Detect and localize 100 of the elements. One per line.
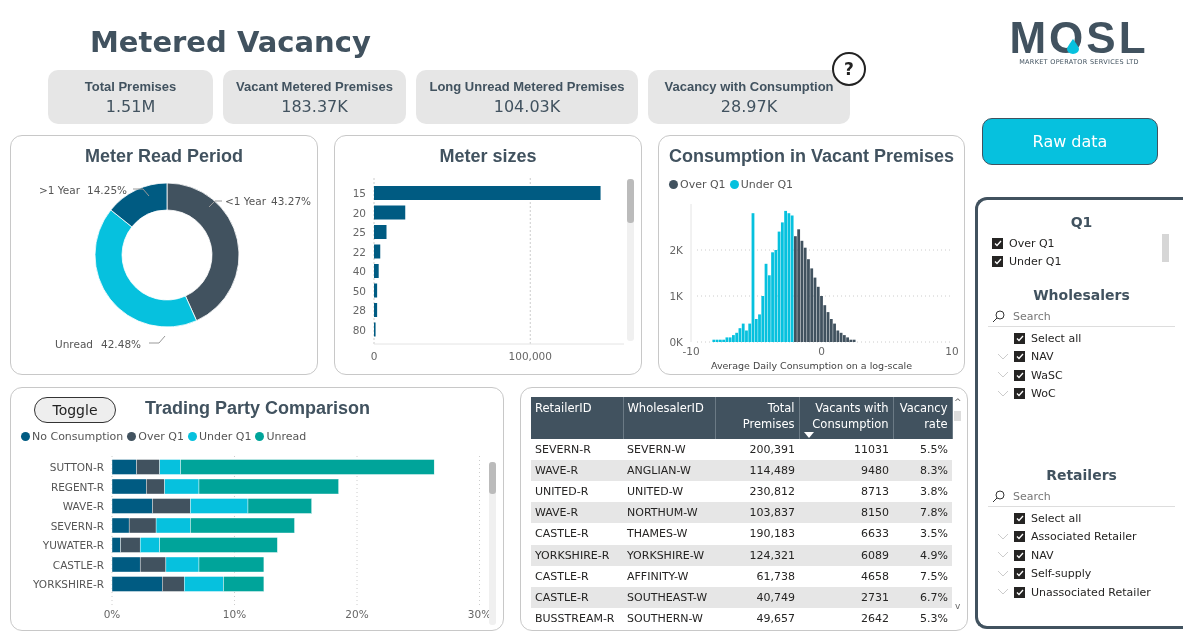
kpi-label: Vacant Metered Premises	[236, 78, 393, 94]
table-cell: 230,812	[715, 481, 799, 503]
category-label: CASTLE-R	[52, 558, 104, 571]
table-cell: SEVERN-R	[531, 439, 623, 461]
table-cell: SOUTHEAST-W	[623, 586, 715, 608]
chart-title: Meter Read Period	[83, 145, 244, 168]
filter-option[interactable]: Select all	[1031, 331, 1082, 345]
table-cell: THAMES-W	[623, 523, 715, 545]
axis-tick-label: 0	[818, 345, 825, 357]
category-label: REGENT-R	[50, 480, 104, 493]
legend-item: Under Q1	[187, 429, 252, 443]
table-cell: ANGLIAN-W	[623, 460, 715, 482]
scroll-down-arrow[interactable]: v	[955, 601, 961, 611]
column-header[interactable]: RetailerID	[531, 397, 623, 439]
table-cell: 114,489	[715, 460, 799, 482]
table-cell: 9480	[799, 460, 893, 482]
chart-title: Meter sizes	[438, 145, 538, 168]
filter-option[interactable]: NAV	[1031, 548, 1054, 562]
legend-item: Under Q1	[729, 177, 794, 191]
category-label: YUWATER-R	[42, 539, 104, 551]
filter-option[interactable]: NAV	[1031, 350, 1054, 364]
filter-title: Q1	[1069, 213, 1094, 232]
slice-value: 14.25%	[87, 184, 128, 196]
table-cell: YORKSHIRE-W	[623, 544, 715, 566]
axis-tick-label: 100,000	[508, 350, 552, 362]
filter-option[interactable]: Select all	[1031, 511, 1082, 525]
table-cell: 4658	[799, 565, 893, 587]
category-label: 22	[352, 245, 366, 258]
slice-label: >1 Year	[39, 184, 81, 196]
kpi-value: 183.37K	[281, 96, 348, 116]
chart-title: Consumption in Vacant Premises	[667, 145, 956, 168]
axis-tick-label: 20%	[345, 608, 369, 620]
legend-item: Unread	[255, 429, 307, 443]
category-label: YORKSHIRE-R	[33, 578, 104, 590]
filter-option[interactable]: Self-supply	[1031, 567, 1092, 581]
column-header[interactable]: Vacancy rate	[893, 397, 952, 439]
slice-value: 43.27%	[271, 195, 312, 207]
category-label: 25	[352, 226, 366, 238]
kpi-value: 28.97K	[720, 96, 778, 116]
table-cell: CASTLE-R	[531, 523, 623, 545]
legend-item: Over Q1	[127, 429, 184, 443]
table-cell: UNITED-R	[531, 481, 623, 503]
column-header[interactable]: WholesalerID	[623, 397, 715, 439]
table-cell: 7.5%	[893, 565, 952, 587]
table-cell: WAVE-R	[531, 502, 623, 524]
kpi-label: Long Unread Metered Premises	[429, 78, 625, 94]
category-label: 40	[352, 265, 366, 277]
kpi-value: 1.51M	[105, 96, 156, 116]
axis-title: Average Daily Consumption on a log-scale	[709, 360, 914, 371]
legend-item: Over Q1	[669, 177, 726, 191]
filter-option[interactable]: Over Q1	[1009, 236, 1055, 250]
table-cell: WAVE-R	[531, 460, 623, 482]
table-cell: 7.8%	[893, 502, 952, 524]
table-cell: 8150	[799, 502, 893, 524]
kpi-label: Vacancy with Consumption	[664, 78, 834, 94]
table-cell: 6.7%	[893, 586, 952, 608]
category-label: SEVERN-R	[50, 519, 104, 532]
filter-title: Wholesalers	[1032, 286, 1131, 305]
filter-title: Retailers	[1045, 466, 1118, 485]
axis-tick-label: 0%	[103, 608, 121, 620]
filter-option[interactable]: Associated Retailer	[1031, 530, 1137, 544]
axis-tick-label: -10	[682, 345, 700, 357]
category-label: 15	[352, 187, 366, 199]
table-cell: 8713	[799, 481, 893, 503]
filter-option[interactable]: WoC	[1031, 387, 1056, 401]
table-cell: 3.8%	[893, 481, 952, 503]
chart-title: Trading Party Comparison	[145, 397, 371, 420]
slice-label: <1 Year	[225, 195, 267, 207]
scroll-up-arrow[interactable]: ^	[953, 397, 962, 407]
search-field[interactable]: Search	[1013, 308, 1153, 325]
table-cell: CASTLE-R	[531, 586, 623, 608]
category-label: 20	[352, 206, 366, 219]
table-cell: 61,738	[715, 565, 799, 587]
axis-tick-label: 1K	[669, 290, 683, 302]
column-header[interactable]: Total Premises	[715, 397, 799, 439]
search-field[interactable]: Search	[1013, 488, 1153, 505]
column-header[interactable]: Vacants with Consumption	[799, 397, 893, 439]
company-logo: MOSL	[1009, 20, 1149, 56]
table-cell: 200,391	[715, 439, 799, 461]
toggle-button[interactable]: Toggle	[34, 397, 116, 423]
axis-tick-label: 0K	[669, 336, 683, 348]
help-button[interactable]: ?	[832, 52, 866, 86]
table-cell: UNITED-W	[623, 481, 715, 503]
slice-label: Unread	[55, 338, 93, 350]
table-cell: NORTHUM-W	[623, 502, 715, 524]
category-label: 28	[352, 304, 366, 316]
category-label: SUTTON-R	[49, 461, 104, 473]
kpi-value: 104.03K	[493, 96, 561, 116]
table-cell: YORKSHIRE-R	[531, 544, 623, 566]
table-cell: 124,321	[715, 544, 799, 566]
axis-tick-label: 10%	[222, 608, 247, 620]
filter-option[interactable]: Under Q1	[1009, 255, 1062, 269]
filter-option[interactable]: WaSC	[1031, 368, 1063, 382]
slice-value: 42.48%	[101, 338, 142, 350]
table-cell: AFFINITY-W	[623, 565, 715, 587]
table-cell: 6633	[799, 523, 893, 545]
kpi-label: Total Premises	[84, 78, 177, 94]
filter-option[interactable]: Unassociated Retailer	[1031, 585, 1151, 599]
category-label: 80	[352, 323, 366, 336]
page-title: Metered Vacancy	[90, 24, 372, 61]
